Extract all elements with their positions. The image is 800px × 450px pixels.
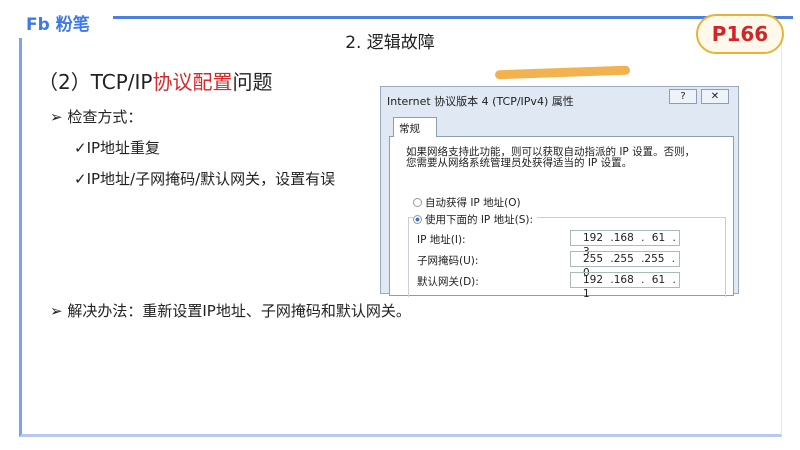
tab-general[interactable]: 常规	[393, 117, 437, 137]
ip-address-input[interactable]: 192 .168 . 61 . 3	[570, 230, 680, 258]
desc-line: 您需要从网络系统管理员处获得适当的 IP 设置。	[406, 157, 633, 169]
bullet-text: 检查方式：	[67, 108, 143, 126]
sub-bullet: ✓IP地址/子网掩码/默认网关，设置有误	[74, 170, 336, 188]
close-button[interactable]: ✕	[701, 89, 729, 104]
radio-auto-ip[interactable]: 自动获得 IP 地址(O)	[413, 195, 521, 210]
logo-text: 粉笔	[55, 15, 90, 35]
radio-manual-ip[interactable]: 使用下面的 IP 地址(S):	[413, 212, 537, 227]
logo-mark: Fb	[26, 15, 50, 35]
general-panel: 如果网络支持此功能，则可以获取自动指派的 IP 设置。否则， 您需要从网络系统管理…	[389, 136, 734, 300]
bullet-text: IP地址重复	[86, 139, 161, 157]
radio-icon	[413, 198, 422, 207]
gateway-label: 默认网关(D):	[417, 276, 479, 288]
radio-selected-icon	[413, 215, 422, 224]
section-title-text: 2. 逻辑故障	[345, 33, 435, 53]
bullet-text: 解决办法：重新设置IP地址、子网掩码和默认网关。	[67, 302, 411, 320]
bullet-check: ➢ 检查方式：	[50, 108, 143, 126]
heading-suffix: 问题	[232, 70, 273, 94]
help-button[interactable]: ?	[669, 89, 697, 104]
default-gateway-input[interactable]: 192 .168 . 61 . 1	[570, 272, 680, 300]
header-divider	[113, 16, 793, 19]
bullet-solution: ➢ 解决办法：重新设置IP地址、子网掩码和默认网关。	[50, 302, 411, 320]
heading-highlight: 协议配置	[152, 70, 233, 94]
heading-prefix: （2）TCP/IP	[38, 70, 153, 94]
bullet-text: IP地址/子网掩码/默认网关，设置有误	[86, 170, 336, 188]
dialog-title: Internet 协议版本 4 (TCP/IPv4) 属性	[387, 95, 574, 108]
slide-heading: （2）TCP/IP协议配置问题	[38, 66, 273, 95]
ip-label: IP 地址(I):	[417, 234, 466, 246]
tcpip-properties-dialog: Internet 协议版本 4 (TCP/IPv4) 属性 ? ✕ 常规 如果网…	[380, 86, 739, 300]
description: 如果网络支持此功能，则可以获取自动指派的 IP 设置。否则， 您需要从网络系统管理…	[406, 147, 695, 169]
brand-logo: Fb 粉笔	[26, 10, 90, 35]
section-title: 2. 逻辑故障	[300, 28, 631, 80]
subnet-label: 子网掩码(U):	[417, 255, 479, 267]
subnet-mask-input[interactable]: 255 .255 .255 . 0	[570, 251, 680, 279]
page-badge: P166	[696, 14, 784, 54]
radio-label: 使用下面的 IP 地址(S):	[425, 214, 533, 226]
sub-bullet: ✓IP地址重复	[74, 139, 161, 157]
radio-label: 自动获得 IP 地址(O)	[425, 197, 521, 209]
